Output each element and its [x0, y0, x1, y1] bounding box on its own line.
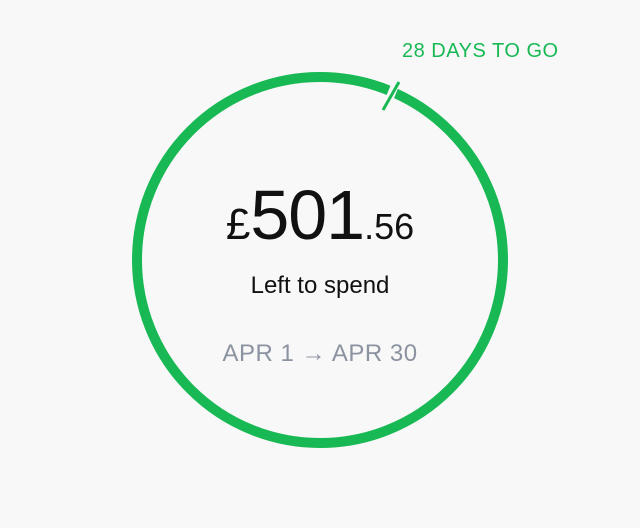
period-start: APR 1: [222, 340, 295, 367]
currency-symbol: £: [225, 200, 251, 249]
budget-summary: £501.56 Left to spend APR 1 → APR 30: [120, 180, 520, 368]
days-remaining-label: 28 DAYS TO GO: [402, 40, 559, 62]
period-end: APR 30: [331, 340, 418, 367]
left-to-spend-caption: Left to spend: [250, 272, 390, 299]
budget-period: APR 1 → APR 30: [120, 340, 520, 368]
remaining-amount: £501.56: [120, 180, 520, 250]
amount-minor: .56: [364, 206, 415, 247]
amount-major: 501: [250, 176, 365, 254]
budget-screen: 28 DAYS TO GO £501.56 Left to spend APR …: [0, 0, 640, 528]
period-arrow: →: [301, 340, 326, 367]
